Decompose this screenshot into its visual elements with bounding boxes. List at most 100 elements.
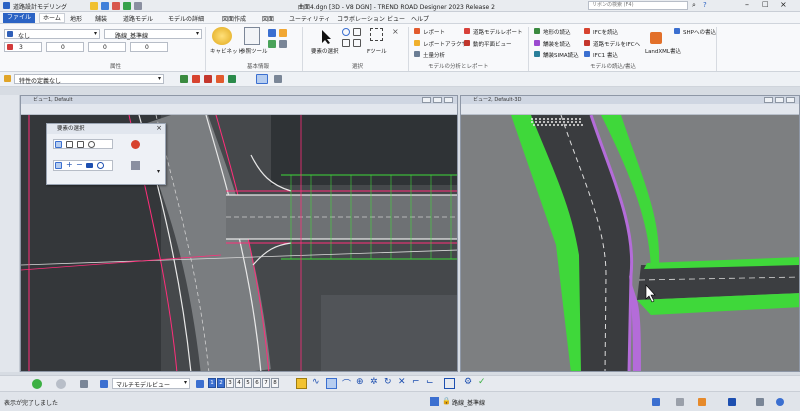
line-select-icon[interactable] [353, 39, 361, 47]
analysis-item-report-architect[interactable]: レポートアラクザ [423, 40, 467, 48]
io-item-terrain-import[interactable]: 地形の読込 [543, 28, 571, 36]
individual-select-icon[interactable] [55, 141, 62, 148]
strip-tool-3-icon[interactable] [204, 75, 212, 83]
earthwork-icon[interactable] [414, 51, 420, 57]
level-dropdown[interactable]: なし ▾ [4, 29, 100, 40]
element-select-arrow-icon[interactable] [320, 29, 334, 45]
road-model-ifc-icon[interactable] [584, 40, 590, 46]
view-number-8[interactable]: 8 [271, 378, 279, 388]
explorer-icon[interactable] [279, 40, 287, 48]
redo-icon[interactable] [123, 2, 131, 10]
select-mode-toolbar[interactable] [53, 139, 113, 149]
menu-model-detail[interactable]: モデルの詳細 [168, 14, 204, 23]
ifc1-export-icon[interactable] [584, 51, 590, 57]
settings-icon[interactable]: ⚙ [464, 377, 472, 387]
linestyle-dropdown[interactable]: 0 [88, 42, 126, 52]
dynamic-plan-view-icon[interactable] [464, 40, 470, 46]
close-icon[interactable]: × [780, 0, 787, 9]
view-number-2[interactable]: 2 [217, 378, 225, 388]
io-item-sima-import[interactable]: 舗装SIMA読込 [543, 51, 579, 59]
io-item-shp-export[interactable]: SHPへの書込 [683, 28, 716, 36]
save-icon[interactable] [101, 2, 109, 10]
invert-selection-icon[interactable] [86, 163, 93, 168]
style-dropdown[interactable]: 路線_基準線 ▾ [104, 29, 202, 40]
dialog-close-icon[interactable]: × [156, 124, 162, 132]
view-1-toolbar[interactable] [21, 104, 457, 115]
landxml-icon[interactable] [650, 32, 662, 44]
view-2-toolbar[interactable] [461, 104, 799, 115]
ifc-import-icon[interactable] [584, 28, 590, 34]
color-dropdown[interactable]: 3 [4, 42, 42, 52]
menu-drawing-create[interactable]: 図面作成 [222, 14, 246, 23]
cross-icon[interactable]: ✕ [398, 377, 406, 387]
shape-select-icon[interactable] [77, 141, 84, 148]
menu-view[interactable]: ビュー [387, 14, 405, 23]
extend-icon[interactable]: ⌙ [426, 377, 434, 387]
active-tool-icon[interactable] [256, 74, 268, 84]
clear-selection-icon[interactable] [131, 140, 140, 149]
fence-icon[interactable] [370, 28, 383, 41]
save-status-icon[interactable] [652, 398, 660, 406]
subtract-selection-icon[interactable]: − [76, 160, 83, 169]
open-icon[interactable] [90, 2, 98, 10]
view-number-6[interactable]: 6 [253, 378, 261, 388]
dialog-expand-icon[interactable]: ▾ [157, 168, 160, 175]
quick-access-toolbar[interactable] [90, 2, 240, 10]
models-icon[interactable] [268, 40, 276, 48]
circle-select-icon[interactable] [342, 28, 350, 36]
view-number-1[interactable]: 1 [208, 378, 216, 388]
sima-import-icon[interactable] [534, 51, 540, 57]
folder-icon[interactable] [80, 380, 88, 388]
level-lock-icon[interactable] [430, 397, 439, 406]
transparency-dropdown[interactable]: 0 [130, 42, 168, 52]
view-2-minimize-button[interactable] [764, 97, 773, 103]
menu-home[interactable]: ホーム [39, 13, 65, 23]
view-1-close-button[interactable] [444, 97, 453, 103]
status-icon-5[interactable] [756, 398, 764, 406]
analysis-item-dynamic-plan-view[interactable]: 動的平面ビュー [473, 40, 512, 48]
filter-icon[interactable] [131, 161, 140, 170]
io-item-road-model-ifc[interactable]: 道路モデルをIFCへ [593, 40, 640, 48]
view-model-dropdown[interactable]: マルチモデルビュー ▾ [112, 378, 190, 389]
brush-icon[interactable] [228, 75, 236, 83]
view-2-3d[interactable]: ビュー2, Default-3D [460, 95, 800, 372]
view-1-maximize-button[interactable] [433, 97, 442, 103]
reference-label[interactable]: 参照ツール [240, 47, 268, 55]
curve-icon[interactable]: ∿ [312, 377, 320, 387]
menu-road-model[interactable]: 道路モデル [123, 14, 153, 23]
check-icon[interactable]: ✓ [478, 377, 486, 387]
reference-icon[interactable] [244, 27, 260, 45]
model-icon[interactable] [100, 380, 108, 388]
view-2-close-button[interactable] [786, 97, 795, 103]
view-number-7[interactable]: 7 [262, 378, 270, 388]
io-item-pavement-import[interactable]: 舗装を読込 [543, 40, 571, 48]
view-1-minimize-button[interactable] [422, 97, 431, 103]
analysis-item-earthwork[interactable]: 土量分析 [423, 51, 445, 59]
weight-dropdown[interactable]: 0 [46, 42, 84, 52]
shape-select-icon[interactable] [342, 39, 350, 47]
help-icon[interactable]: ? [703, 1, 707, 9]
cabinet-label[interactable]: キャビネット [210, 47, 243, 55]
ribbon-search-input[interactable]: リボンの検索 (F4) [588, 1, 688, 10]
shp-export-icon[interactable] [674, 28, 680, 34]
analysis-item-road-model-report[interactable]: 道路モデルレポート [473, 28, 523, 36]
fence-label[interactable]: Fツール [367, 47, 387, 55]
menu-terrain[interactable]: 地形 [70, 14, 82, 23]
add-selection-icon[interactable]: + [66, 160, 73, 169]
view-group-icon[interactable] [196, 380, 204, 388]
definition-dropdown[interactable]: 特性の定義なし ▾ [14, 74, 164, 85]
print-icon[interactable] [134, 2, 142, 10]
cabinet-icon[interactable] [212, 27, 232, 45]
view-number-4[interactable]: 4 [235, 378, 243, 388]
element-select-label[interactable]: 要素の選択 [311, 47, 339, 55]
road-model-report-icon[interactable] [464, 28, 470, 34]
io-item-ifc1-export[interactable]: IFC1 書込 [593, 51, 618, 59]
close-select-icon[interactable]: × [392, 27, 399, 36]
terrain-import-icon[interactable] [534, 28, 540, 34]
report-architect-icon[interactable] [414, 40, 420, 46]
view-number-3[interactable]: 3 [226, 378, 234, 388]
analysis-item-report[interactable]: レポート [423, 28, 445, 36]
status-icon-6[interactable] [776, 398, 784, 406]
rotate-icon[interactable]: ↻ [384, 377, 392, 387]
line-tool-icon[interactable] [326, 378, 337, 389]
